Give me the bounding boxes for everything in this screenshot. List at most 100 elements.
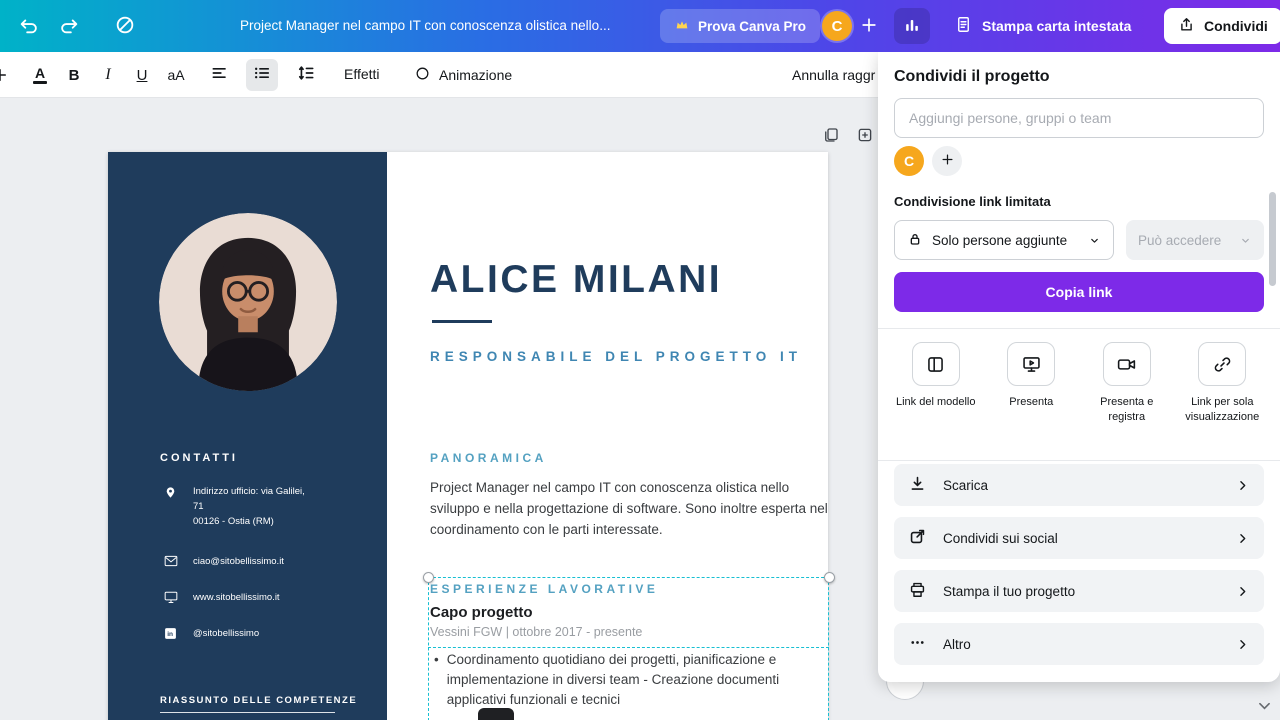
contacts-heading[interactable]: CONTATTI <box>160 452 238 464</box>
effects-button[interactable]: Effetti <box>344 66 380 82</box>
website-icon <box>164 590 179 609</box>
bulleted-list-icon <box>252 63 272 87</box>
font-color-label: A <box>35 66 45 80</box>
underline-button[interactable]: U <box>126 59 158 91</box>
plus-icon <box>940 152 955 170</box>
lock-icon <box>907 231 923 250</box>
line-spacing-button[interactable] <box>290 59 322 91</box>
profile-photo[interactable] <box>159 213 337 391</box>
alignment-button[interactable] <box>204 59 236 91</box>
quick-action-present-record[interactable]: Presenta e registra <box>1079 342 1175 424</box>
link-permission-dropdown-disabled[interactable]: Può accedere <box>1126 220 1264 260</box>
selection-handle-top-left[interactable] <box>423 572 434 583</box>
skills-heading[interactable]: RIASSUNTO DELLE COMPETENZE <box>160 695 357 706</box>
text-case-button[interactable]: aA <box>158 59 194 91</box>
try-pro-label: Prova Canva Pro <box>698 19 806 34</box>
print-project-row[interactable]: Stampa il tuo progetto <box>894 570 1264 612</box>
share-label: Condividi <box>1204 18 1268 34</box>
quick-action-view-only-link[interactable]: Link per sola visualizzazione <box>1175 342 1271 424</box>
list-button-active[interactable] <box>246 59 278 91</box>
job-bullet-text: Coordinamento quotidiano dei progetti, p… <box>447 650 820 710</box>
more-row[interactable]: Altro <box>894 623 1264 665</box>
duplicate-page-button[interactable] <box>820 125 842 147</box>
svg-text:in: in <box>167 631 173 638</box>
social-share-icon <box>908 527 927 549</box>
ungroup-button[interactable]: Annulla raggr <box>792 67 875 83</box>
view-only-link-icon <box>1198 342 1246 386</box>
quick-action-present[interactable]: Presenta <box>984 342 1080 424</box>
bold-button[interactable]: B <box>58 59 90 91</box>
align-left-icon <box>210 63 230 87</box>
share-add-person-button[interactable] <box>932 146 962 176</box>
job-bullet[interactable]: • Coordinamento quotidiano dei progetti,… <box>434 650 820 710</box>
add-people-icon <box>859 15 879 38</box>
bullet-marker: • <box>434 650 439 710</box>
canvas-scroll-down-arrow[interactable] <box>1256 698 1272 714</box>
user-avatar[interactable]: C <box>822 11 852 41</box>
redo-button[interactable] <box>54 11 84 41</box>
overview-paragraph[interactable]: Project Manager nel campo IT con conosce… <box>430 477 830 540</box>
undo-icon <box>18 14 40 39</box>
contact-website[interactable]: www.sitobellissimo.it <box>164 590 280 609</box>
share-avatar[interactable]: C <box>894 146 924 176</box>
contact-email[interactable]: ciao@sitobellissimo.it <box>164 554 284 572</box>
chevron-right-icon <box>1235 637 1250 652</box>
print-letterhead-label: Stampa carta intestata <box>982 18 1131 34</box>
try-pro-button[interactable]: Prova Canva Pro <box>660 9 820 43</box>
job-title[interactable]: Capo progetto <box>430 604 533 621</box>
linkedin-icon: in <box>164 626 179 645</box>
overview-heading[interactable]: PANORAMICA <box>430 451 547 465</box>
download-icon <box>908 474 927 496</box>
avatar-letter: C <box>832 18 843 35</box>
share-icon <box>1178 16 1195 36</box>
insights-button[interactable] <box>894 8 930 44</box>
italic-button[interactable]: I <box>92 59 124 91</box>
contact-email-text: ciao@sitobellissimo.it <box>193 554 284 572</box>
resume-name[interactable]: ALICE MILANI <box>430 258 722 302</box>
panel-divider <box>878 460 1280 461</box>
add-people-button[interactable] <box>856 13 882 39</box>
email-icon <box>164 554 179 572</box>
font-color-button[interactable]: A <box>24 59 56 91</box>
add-page-button[interactable] <box>854 125 876 147</box>
undo-button[interactable] <box>14 11 44 41</box>
panel-divider <box>878 328 1280 329</box>
share-social-row[interactable]: Condividi sui social <box>894 517 1264 559</box>
contact-address[interactable]: Indirizzo ufficio: via Galilei, 71 00126… <box>164 484 305 529</box>
name-underline <box>432 320 492 323</box>
crown-icon <box>674 17 690 36</box>
copy-link-button[interactable]: Copia link <box>894 272 1264 312</box>
quick-action-template-link[interactable]: Link del modello <box>888 342 984 424</box>
link-access-dropdown[interactable]: Solo persone aggiunte <box>894 220 1114 260</box>
skills-underline <box>160 712 335 713</box>
resume-role[interactable]: RESPONSABILE DEL PROGETTO IT <box>430 349 802 364</box>
panel-scrollbar-thumb[interactable] <box>1269 192 1276 286</box>
share-panel: Condividi il progetto C Condivisione lin… <box>878 52 1280 682</box>
selection-handle-top-right[interactable] <box>824 572 835 583</box>
animation-icon <box>414 65 431 85</box>
design-title[interactable]: Project Manager nel campo IT con conosce… <box>240 18 610 33</box>
add-page-icon <box>856 126 874 147</box>
experience-heading[interactable]: ESPERIENZE LAVORATIVE <box>430 582 658 596</box>
share-avatar-letter: C <box>904 153 914 169</box>
chevron-down-icon <box>1088 234 1101 247</box>
contact-website-text: www.sitobellissimo.it <box>193 590 280 609</box>
print-letterhead-button[interactable]: Stampa carta intestata <box>944 8 1141 44</box>
animation-button[interactable]: Animazione <box>414 59 512 91</box>
page-indicator-partial[interactable] <box>478 708 514 720</box>
more-dots-icon <box>908 633 927 655</box>
download-row[interactable]: Scarica <box>894 464 1264 506</box>
top-bar: Project Manager nel campo IT con conosce… <box>0 0 1280 52</box>
contact-linkedin[interactable]: in @sitobellissimo <box>164 626 259 645</box>
job-meta[interactable]: Vessini FGW | ottobre 2017 - presente <box>430 625 642 639</box>
share-button[interactable]: Condividi <box>1164 8 1280 44</box>
chevron-right-icon <box>1235 478 1250 493</box>
sync-status-button[interactable] <box>110 11 140 41</box>
link-access-value: Solo persone aggiunte <box>932 233 1067 248</box>
font-color-swatch <box>33 81 47 84</box>
resume-page[interactable]: CONTATTI Indirizzo ufficio: via Galilei,… <box>108 152 828 720</box>
link-sharing-label: Condivisione link limitata <box>894 194 1051 209</box>
share-people-input[interactable] <box>894 98 1264 138</box>
present-icon <box>1007 342 1055 386</box>
contact-linkedin-text: @sitobellissimo <box>193 626 259 645</box>
